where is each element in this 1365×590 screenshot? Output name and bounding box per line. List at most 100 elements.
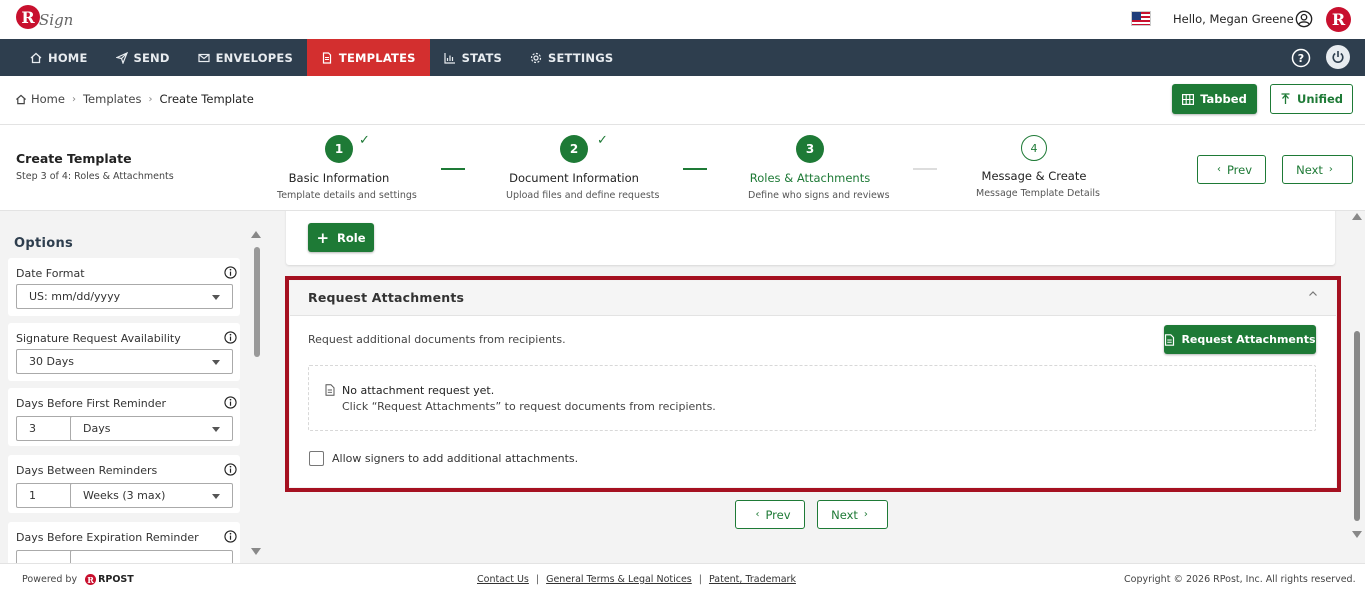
info-icon[interactable] — [224, 530, 237, 543]
request-attachments-button-label: Request Attachments — [1181, 333, 1316, 346]
chevron-right-icon: › — [1328, 164, 1333, 175]
chevron-up-icon[interactable] — [1308, 289, 1318, 299]
rpost-logo-mark: R — [85, 574, 97, 585]
between-reminders-unit-select[interactable]: Weeks (3 max) — [70, 483, 233, 508]
unified-view-button[interactable]: Unified — [1270, 84, 1353, 114]
prev-label: Prev — [765, 507, 791, 522]
prev-button-bottom[interactable]: ‹ Prev — [735, 500, 805, 529]
scrollbar-thumb[interactable] — [254, 247, 260, 357]
next-button-bottom[interactable]: Next › — [817, 500, 888, 529]
step-number: 3 — [796, 135, 824, 163]
nav-envelopes[interactable]: ENVELOPES — [184, 39, 307, 76]
availability-select[interactable]: 30 Days — [16, 349, 233, 374]
rsign-logo[interactable]: R Sign — [16, 5, 73, 29]
patent-trademark-link[interactable]: Patent, Trademark — [709, 574, 796, 585]
prev-button-top[interactable]: ‹ Prev — [1197, 155, 1266, 184]
date-format-select[interactable]: US: mm/dd/yyyy — [16, 284, 233, 309]
breadcrumb-bar: Home › Templates › Create Template Tabbe… — [0, 76, 1365, 125]
info-icon[interactable] — [224, 396, 237, 409]
scroll-down-arrow-icon[interactable] — [1352, 531, 1362, 538]
step-title: Roles & Attachments — [749, 171, 871, 185]
nav-templates-label: TEMPLATES — [338, 50, 416, 65]
breadcrumb-home[interactable]: Home — [31, 92, 65, 106]
availability-label: Signature Request Availability — [16, 332, 181, 345]
company-avatar[interactable]: R — [1326, 7, 1351, 32]
scroll-down-arrow-icon[interactable] — [251, 548, 261, 555]
info-icon[interactable] — [224, 463, 237, 476]
uk-flag-icon[interactable] — [1131, 11, 1151, 26]
info-icon[interactable] — [224, 331, 237, 344]
unified-label: Unified — [1296, 92, 1344, 106]
prev-label: Prev — [1226, 162, 1253, 177]
copyright: Copyright © 2026 RPost, Inc. All rights … — [1124, 574, 1356, 585]
rpost-logo[interactable]: R RPOST — [85, 574, 134, 585]
home-icon — [16, 94, 26, 104]
nav-templates[interactable]: TEMPLATES — [306, 39, 430, 76]
first-reminder-number-input[interactable]: 3 — [16, 416, 72, 441]
tabbed-view-button[interactable]: Tabbed — [1172, 84, 1257, 114]
allow-additional-attachments-label[interactable]: Allow signers to add additional attachme… — [332, 452, 578, 465]
nav-home[interactable]: HOME — [16, 39, 102, 76]
checkmark-icon: ✓ — [597, 133, 608, 148]
request-attachments-button[interactable]: Request Attachments — [1164, 325, 1316, 354]
options-title: Options — [14, 236, 74, 251]
info-icon[interactable] — [224, 266, 237, 279]
scrollbar-thumb[interactable] — [1354, 331, 1360, 521]
step-roles-attachments[interactable]: 3 Roles & Attachments Define who signs a… — [748, 135, 890, 201]
document-icon — [1165, 333, 1175, 346]
add-role-button[interactable]: + Role — [308, 223, 374, 252]
expiration-reminder-unit-select[interactable] — [70, 550, 233, 563]
between-reminders-number-input[interactable]: 1 — [16, 483, 72, 508]
checkmark-icon: ✓ — [359, 133, 370, 148]
request-attachments-header[interactable]: Request Attachments — [290, 281, 1336, 316]
wizard-header: Create Template Step 3 of 4: Roles & Att… — [0, 125, 1365, 211]
date-format-label: Date Format — [16, 267, 85, 280]
envelope-icon — [198, 53, 210, 62]
availability-value: 30 Days — [29, 355, 74, 368]
step-desc: Template details and settings — [277, 190, 417, 201]
nav-send-label: SEND — [133, 50, 170, 65]
main-scrollbar[interactable] — [1350, 211, 1364, 541]
expiration-reminder-number-input[interactable] — [16, 550, 72, 563]
date-format-option: Date Format US: mm/dd/yyyy — [8, 258, 240, 316]
page-subtitle: Step 3 of 4: Roles & Attachments — [16, 171, 174, 182]
first-reminder-unit: Days — [83, 422, 111, 435]
empty-state-title: No attachment request yet. — [342, 384, 495, 397]
help-icon[interactable]: ? — [1291, 48, 1311, 68]
next-button-top[interactable]: Next › — [1282, 155, 1353, 184]
plus-icon: + — [316, 228, 330, 247]
step-message-create[interactable]: 4 Message & Create Message Template Deta… — [976, 135, 1100, 199]
breadcrumb-separator-icon: › — [71, 93, 76, 105]
user-profile-icon[interactable] — [1295, 10, 1313, 28]
nav-stats[interactable]: STATS — [430, 39, 516, 76]
roles-card: + Role — [286, 211, 1335, 265]
nav-send[interactable]: SEND — [102, 39, 184, 76]
main-content: + Role Request Attachments Request addit… — [266, 211, 1365, 563]
scroll-up-arrow-icon[interactable] — [1352, 213, 1362, 220]
footer-links: Contact Us | General Terms & Legal Notic… — [477, 574, 796, 585]
step-desc: Define who signs and reviews — [748, 190, 890, 201]
nav-settings[interactable]: SETTINGS — [516, 39, 627, 76]
request-attachments-description: Request additional documents from recipi… — [308, 333, 566, 346]
main-nav: HOME SEND ENVELOPES TEMPLATES STATS SETT… — [0, 39, 1365, 76]
first-reminder-label: Days Before First Reminder — [16, 397, 166, 410]
top-bar: R Sign Hello, Megan Greene R — [0, 0, 1365, 39]
scroll-up-arrow-icon[interactable] — [251, 231, 261, 238]
breadcrumb-templates[interactable]: Templates — [83, 92, 141, 106]
caret-down-icon — [212, 494, 220, 499]
logout-button[interactable] — [1326, 45, 1350, 69]
date-format-value: US: mm/dd/yyyy — [29, 290, 121, 303]
between-reminders-option: Days Between Reminders 1 Weeks (3 max) — [8, 455, 240, 513]
grid-icon — [1182, 93, 1195, 105]
contact-us-link[interactable]: Contact Us — [477, 574, 529, 585]
first-reminder-unit-select[interactable]: Days — [70, 416, 233, 441]
sidebar-scrollbar[interactable] — [250, 231, 262, 559]
tabbed-label: Tabbed — [1200, 92, 1247, 106]
step-basic-information[interactable]: 1 Basic Information Template details and… — [277, 135, 417, 201]
rpost-logo-text: RPOST — [98, 574, 134, 585]
step-document-information[interactable]: 2 Document Information Upload files and … — [506, 135, 659, 201]
terms-link[interactable]: General Terms & Legal Notices — [546, 574, 692, 585]
power-icon — [1332, 51, 1344, 63]
allow-additional-attachments-checkbox[interactable] — [309, 451, 324, 466]
request-attachments-title: Request Attachments — [308, 290, 465, 305]
